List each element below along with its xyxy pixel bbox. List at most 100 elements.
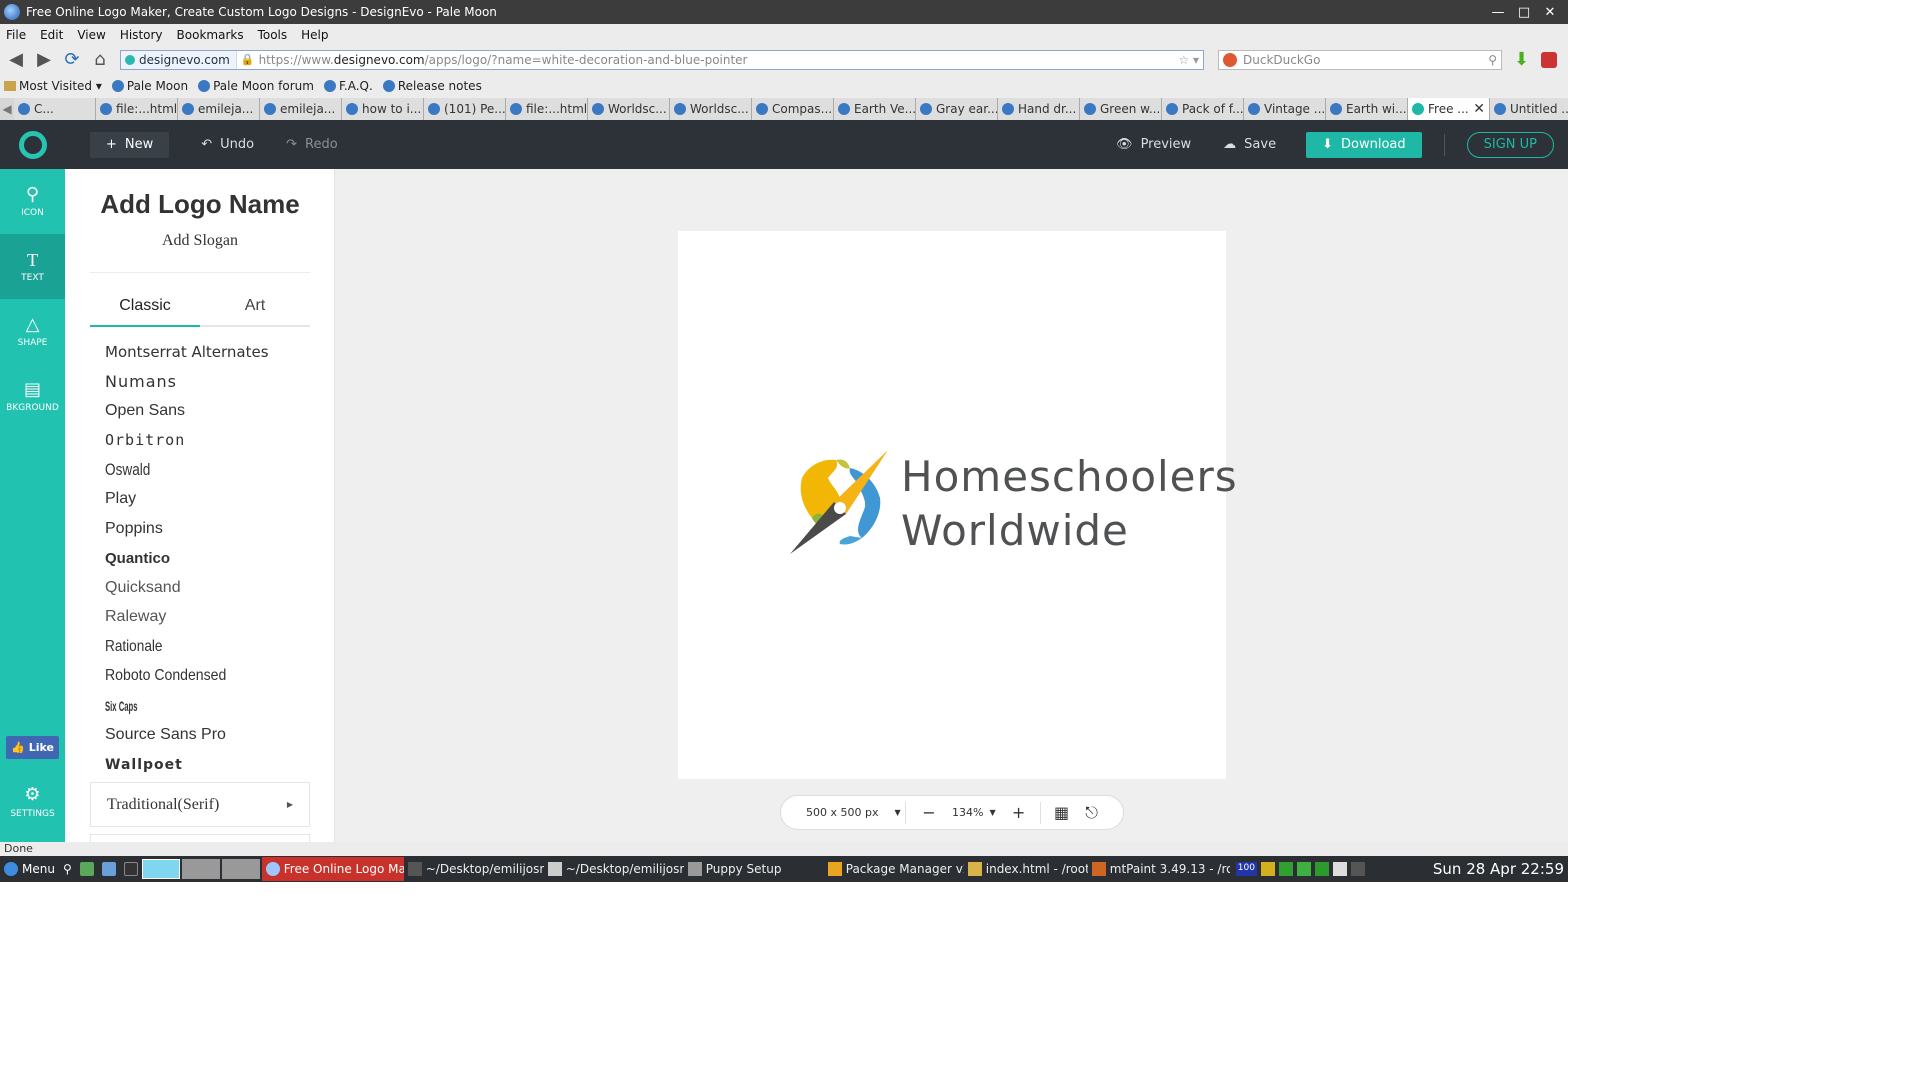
browser-tab[interactable]: Earth wi... (1326, 98, 1408, 120)
drive-icon[interactable] (1296, 862, 1311, 876)
search-input[interactable]: DuckDuckGo ⚲ (1218, 49, 1502, 70)
font-item[interactable]: Oswald (105, 455, 281, 485)
browser-tab[interactable]: emileja... (178, 98, 260, 120)
font-item[interactable]: Play (105, 485, 325, 515)
rail-icon[interactable]: ⚲ ICON (0, 169, 65, 234)
bookmark-pale-moon[interactable]: Pale Moon (111, 79, 188, 93)
zoom-out-button[interactable]: − (914, 803, 944, 822)
browser-tab[interactable]: file:...html (96, 98, 178, 120)
adblock-icon[interactable] (1541, 51, 1558, 68)
font-item[interactable]: Six Caps (105, 691, 226, 721)
rail-background[interactable]: ▤ BKGROUND (0, 364, 65, 429)
task-pale-moon[interactable]: Free Online Logo Make (261, 857, 404, 881)
font-item[interactable]: Quicksand (105, 573, 325, 603)
browser-tab[interactable]: Worldsc... (670, 98, 752, 120)
back-icon[interactable]: ◀ (4, 48, 28, 72)
font-item[interactable]: Roboto Condensed (105, 662, 299, 692)
close-window-button[interactable]: ✕ (1542, 5, 1558, 20)
menu-view[interactable]: View (77, 28, 105, 42)
quicklaunch-search-icon[interactable]: ⚲ (59, 862, 76, 876)
browser-tab[interactable]: how to i... (342, 98, 424, 120)
logo-artboard[interactable]: Homeschoolers Worldwide (678, 231, 1237, 779)
bookmark-pale-moon-forum[interactable]: Pale Moon forum (198, 79, 314, 93)
bookmark-release-notes[interactable]: Release notes (382, 79, 482, 93)
logo-text[interactable]: Homeschoolers Worldwide (901, 450, 1238, 558)
globe-compass-icon[interactable] (788, 448, 892, 558)
reload-icon[interactable]: ⟳ (60, 48, 84, 72)
settings-button[interactable]: ⚙ SETTINGS (0, 779, 65, 824)
task-puppy-setup[interactable]: Puppy Setup (684, 857, 824, 881)
screen-icon[interactable] (1350, 862, 1365, 876)
menu-file[interactable]: File (6, 28, 26, 42)
font-item[interactable]: Orbitron (105, 426, 325, 456)
save-button[interactable]: ☁ Save (1207, 132, 1292, 158)
maximize-button[interactable]: □ (1516, 5, 1532, 20)
add-logo-name[interactable]: Add Logo Name (65, 189, 334, 220)
close-tab-icon[interactable]: ✕ (1473, 101, 1485, 117)
download-arrow-icon[interactable]: ⬇ (1514, 49, 1529, 70)
site-identity[interactable]: designevo.com (121, 50, 237, 69)
browser-tab[interactable]: Pack of f... (1162, 98, 1244, 120)
menu-help[interactable]: Help (301, 28, 328, 42)
facebook-like-button[interactable]: 👍 Like (6, 736, 59, 759)
signup-button[interactable]: SIGN UP (1466, 131, 1554, 158)
search-icon[interactable]: ⚲ (1488, 53, 1497, 67)
task-mtpaint[interactable]: mtPaint 3.49.13 - /root (1088, 857, 1230, 881)
tab-classic[interactable]: Classic (90, 297, 200, 327)
browser-tab[interactable]: Compas... (752, 98, 834, 120)
menu-tools[interactable]: Tools (258, 28, 288, 42)
browser-tab[interactable]: Worldsc... (588, 98, 670, 120)
browser-tab[interactable]: Earth Ve... (834, 98, 916, 120)
add-slogan[interactable]: Add Slogan (65, 232, 334, 250)
canvas-size-select[interactable]: 500 x 500 px ▼ (781, 806, 905, 819)
font-item[interactable]: Source Sans Pro (105, 721, 325, 751)
font-item[interactable]: Poppins (105, 514, 325, 544)
task-package-manager[interactable]: Package Manager v2.1 (824, 857, 964, 881)
browser-tab[interactable]: Free ... ✕ (1408, 98, 1490, 120)
browser-tab[interactable]: emileja... (260, 98, 342, 120)
workspace-1[interactable] (141, 859, 180, 879)
redo-button[interactable]: ↷ Redo (270, 132, 354, 158)
browser-tab[interactable]: Vintage ... (1244, 98, 1326, 120)
preview-button[interactable]: 👁 Preview (1100, 132, 1207, 158)
font-item[interactable]: Rationale (105, 632, 292, 662)
browser-tab[interactable]: (101) Pe... (424, 98, 506, 120)
new-button[interactable]: + New (90, 131, 170, 158)
network-icon[interactable] (1278, 862, 1293, 876)
task-terminal[interactable]: ~/Desktop/emilijosnau (404, 857, 544, 881)
home-icon[interactable]: ⌂ (88, 48, 112, 72)
menu-edit[interactable]: Edit (40, 28, 63, 42)
font-item[interactable]: Montserrat Alternates (105, 337, 325, 367)
bookmark-most-visited[interactable]: Most Visited ▾ (4, 79, 102, 93)
browser-tab[interactable]: Green w... (1080, 98, 1162, 120)
grid-icon[interactable]: ▦ (1047, 803, 1077, 822)
forward-icon[interactable]: ▶ (32, 48, 56, 72)
zoom-in-button[interactable]: + (1004, 803, 1034, 822)
clipboard-icon[interactable] (1332, 862, 1347, 876)
font-category-dropdown[interactable]: Traditional(Serif) ▶ (90, 782, 310, 827)
font-item[interactable]: Wallpoet (105, 750, 325, 780)
tab-scroll-left-icon[interactable]: ◀ (0, 98, 14, 120)
rail-text[interactable]: T TEXT (0, 234, 65, 299)
task-file-manager[interactable]: ~/Desktop/emilijosnau (544, 857, 684, 881)
browser-tab[interactable]: Untitled ... (1490, 98, 1568, 120)
minimize-button[interactable]: — (1490, 5, 1506, 20)
designevo-logo[interactable] (0, 130, 65, 159)
task-editor[interactable]: index.html - /root/Desk (964, 857, 1088, 881)
logo-text-line1[interactable]: Homeschoolers (901, 450, 1238, 504)
start-menu-button[interactable]: Menu (0, 862, 59, 876)
font-item[interactable]: Raleway (105, 603, 325, 633)
browser-tab[interactable]: Hand dr... (998, 98, 1080, 120)
rail-shape[interactable]: △ SHAPE (0, 299, 65, 364)
logo-text-line2[interactable]: Worldwide (901, 504, 1238, 558)
tab-art[interactable]: Art (200, 297, 310, 325)
font-category-dropdown-next[interactable] (90, 834, 310, 842)
undo-button[interactable]: ↶ Undo (185, 132, 270, 158)
workspace-3[interactable] (221, 859, 260, 879)
url-text[interactable]: https://www.designevo.com/apps/logo/?nam… (259, 53, 1179, 67)
font-item[interactable]: Quantico (105, 544, 325, 574)
bookmark-star-icon[interactable]: ☆ ▾ (1178, 53, 1203, 67)
menu-history[interactable]: History (120, 28, 163, 42)
url-bar[interactable]: designevo.com 🔒 https://www.designevo.co… (120, 49, 1204, 70)
quicklaunch-browser-icon[interactable] (98, 862, 120, 876)
